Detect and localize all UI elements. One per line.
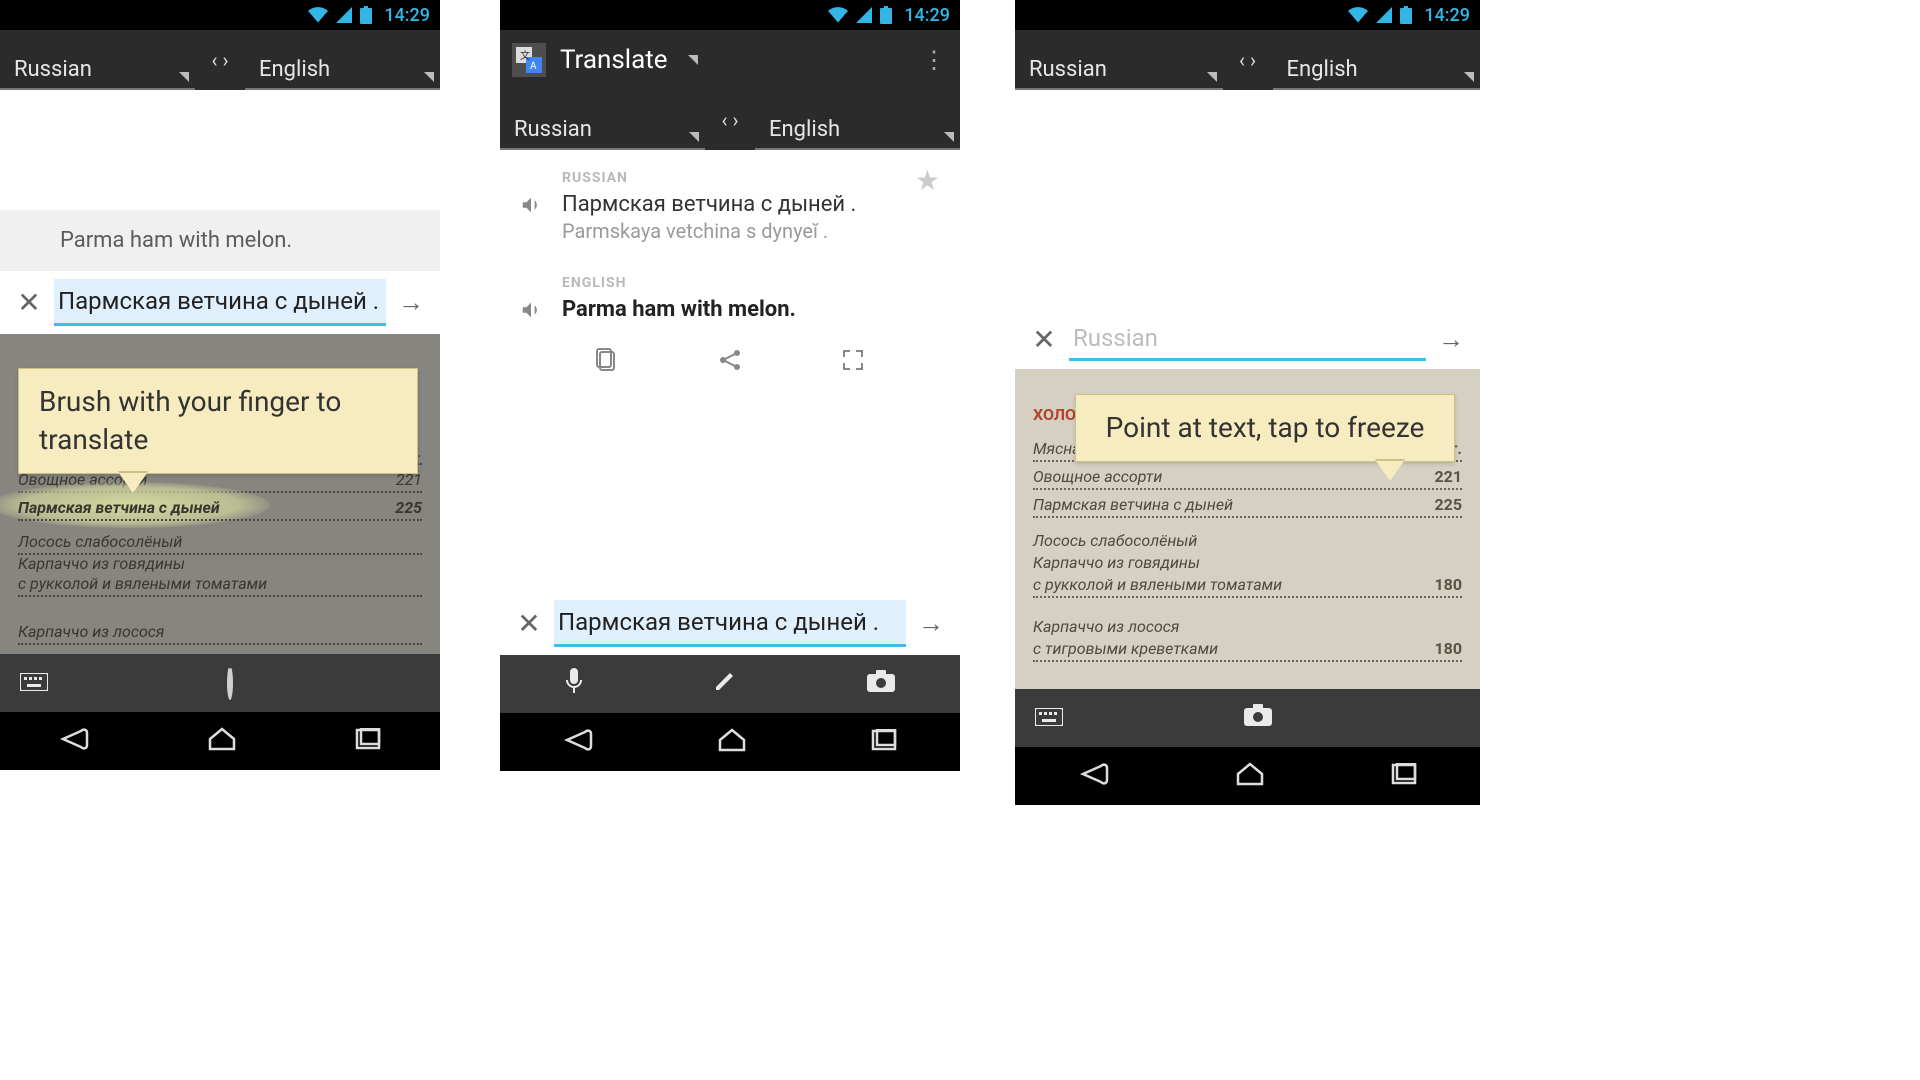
- dropdown-icon[interactable]: [688, 55, 698, 65]
- target-language-tag: ENGLISH: [562, 275, 942, 291]
- submit-button[interactable]: →: [1436, 324, 1466, 355]
- camera-mode-button[interactable]: [867, 670, 895, 698]
- speaker-icon[interactable]: [520, 194, 542, 220]
- svg-text:文: 文: [520, 49, 530, 62]
- share-button[interactable]: [718, 348, 742, 378]
- recents-button[interactable]: [871, 729, 897, 755]
- swap-languages-button[interactable]: ‹ ›: [705, 108, 755, 132]
- android-nav-bar: [1015, 747, 1480, 805]
- submit-button[interactable]: →: [916, 608, 946, 639]
- target-text: Parma ham with melon.: [562, 297, 942, 322]
- battery-icon: [880, 6, 892, 24]
- android-nav-bar: [0, 712, 440, 770]
- star-icon[interactable]: ★: [915, 164, 940, 197]
- result-actions: [506, 330, 954, 396]
- source-transliteration: Parmskaya vetchina s dynyeĭ .: [562, 219, 942, 243]
- submit-button[interactable]: →: [396, 287, 426, 318]
- signal-icon: [1376, 7, 1392, 23]
- input-row: ✕ Russian →: [1015, 310, 1480, 369]
- detected-text[interactable]: Пармская ветчина с дыней .: [54, 279, 386, 326]
- home-button[interactable]: [1236, 762, 1264, 790]
- speaker-icon[interactable]: [520, 299, 542, 325]
- hint-tooltip: Point at text, tap to freeze: [1075, 394, 1455, 462]
- android-nav-bar: [500, 713, 960, 771]
- language-bar: Russian ‹ › English: [500, 90, 960, 150]
- signal-icon: [336, 7, 352, 23]
- back-button[interactable]: [1079, 762, 1109, 790]
- source-language-selector[interactable]: Russian: [0, 30, 195, 90]
- source-card[interactable]: ★ RUSSIAN Пармская ветчина с дыней . Par…: [506, 164, 954, 251]
- copy-button[interactable]: [596, 348, 618, 378]
- screenshot-left: 14:29 Russian ‹ › English Parma ham with…: [0, 0, 440, 770]
- wifi-icon: [828, 7, 848, 23]
- target-language-selector[interactable]: English: [1273, 30, 1481, 90]
- back-button[interactable]: [59, 727, 89, 755]
- translate-app-icon: 文A: [512, 43, 546, 77]
- clear-button[interactable]: ✕: [514, 607, 544, 640]
- battery-icon: [1400, 6, 1412, 24]
- input-text[interactable]: Пармская ветчина с дыней .: [554, 600, 906, 647]
- target-language-selector[interactable]: English: [245, 30, 440, 90]
- app-title: Translate: [560, 45, 668, 75]
- overflow-menu-button[interactable]: ⋮: [922, 46, 948, 74]
- keyboard-mode-button[interactable]: [20, 669, 48, 697]
- source-language-selector[interactable]: Russian: [1015, 30, 1223, 90]
- recents-button[interactable]: [355, 728, 381, 754]
- input-mode-bar: [1015, 689, 1480, 747]
- target-language-selector[interactable]: English: [755, 90, 960, 150]
- app-title-bar: 文A Translate ⋮: [500, 30, 960, 90]
- input-mode-bar: [500, 655, 960, 713]
- screenshot-right: 14:29 Russian ‹ › English ✕ Russian → ХО…: [1015, 0, 1480, 805]
- source-language-tag: RUSSIAN: [562, 170, 942, 186]
- hint-tooltip: Brush with your finger to translate: [18, 368, 418, 474]
- camera-shutter-button[interactable]: [1244, 704, 1272, 732]
- source-text: Пармская ветчина с дыней .: [562, 192, 942, 217]
- input-mode-bar: [0, 654, 440, 712]
- status-clock: 14:29: [1424, 5, 1470, 26]
- wifi-icon: [1348, 7, 1368, 23]
- dropdown-icon: [424, 72, 434, 82]
- recents-button[interactable]: [1391, 763, 1417, 789]
- target-language-label: English: [259, 57, 330, 82]
- wifi-icon: [308, 7, 328, 23]
- swap-languages-button[interactable]: ‹ ›: [1223, 48, 1273, 72]
- status-clock: 14:29: [384, 5, 430, 26]
- clear-button[interactable]: ✕: [1029, 323, 1059, 356]
- status-bar: 14:29: [500, 0, 960, 30]
- target-card[interactable]: ENGLISH Parma ham with melon.: [506, 269, 954, 330]
- status-clock: 14:29: [904, 5, 950, 26]
- signal-icon: [856, 7, 872, 23]
- source-language-selector[interactable]: Russian: [500, 90, 705, 150]
- input-placeholder[interactable]: Russian: [1069, 318, 1426, 361]
- home-button[interactable]: [718, 728, 746, 756]
- status-bar: 14:29: [1015, 0, 1480, 30]
- home-button[interactable]: [208, 727, 236, 755]
- swap-languages-button[interactable]: ‹ ›: [195, 48, 245, 72]
- battery-icon: [360, 6, 372, 24]
- fullscreen-button[interactable]: [842, 349, 864, 377]
- loading-spinner: [227, 669, 233, 697]
- keyboard-mode-button[interactable]: [1035, 704, 1063, 732]
- input-row: ✕ Пармская ветчина с дыней . →: [500, 592, 960, 655]
- source-language-label: Russian: [14, 57, 92, 82]
- status-bar: 14:29: [0, 0, 440, 30]
- voice-mode-button[interactable]: [565, 668, 583, 700]
- detected-text-row: ✕ Пармская ветчина с дыней . →: [0, 271, 440, 334]
- dropdown-icon: [179, 72, 189, 82]
- screenshot-middle: 14:29 文A Translate ⋮ Russian ‹ › English: [500, 0, 960, 771]
- handwrite-mode-button[interactable]: [713, 669, 737, 699]
- language-bar: Russian ‹ › English: [0, 30, 440, 90]
- svg-text:A: A: [530, 61, 537, 72]
- clear-button[interactable]: ✕: [14, 286, 44, 319]
- back-button[interactable]: [563, 728, 593, 756]
- translation-result[interactable]: Parma ham with melon.: [0, 210, 440, 271]
- language-bar: Russian ‹ › English: [1015, 30, 1480, 90]
